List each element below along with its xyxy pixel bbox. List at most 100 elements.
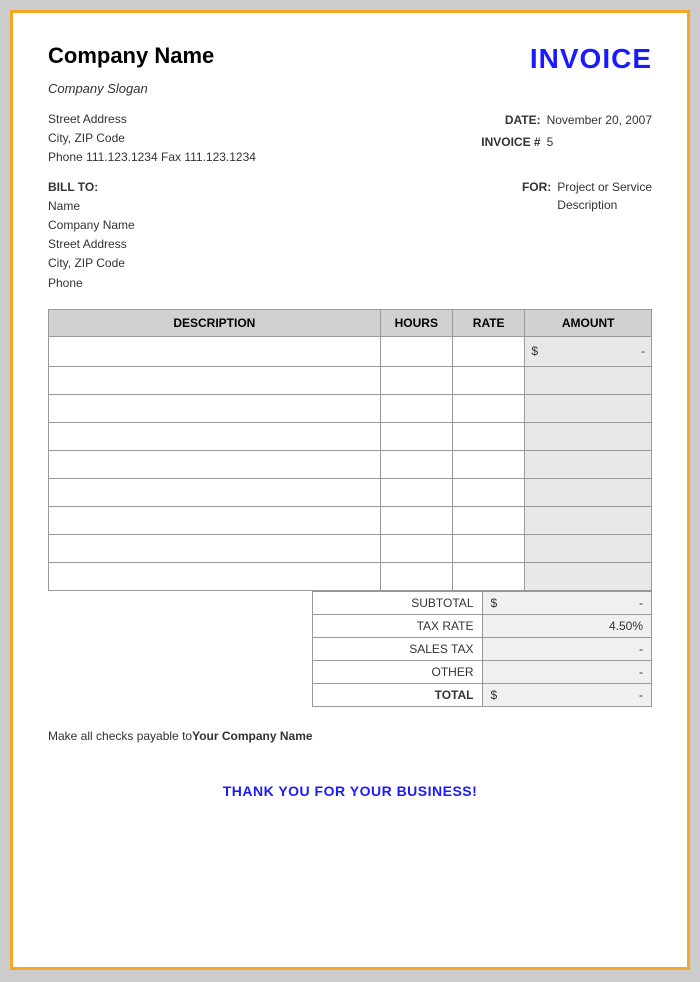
hours-cell-3 — [380, 394, 452, 422]
col-header-hours: HOURS — [380, 309, 452, 336]
for-block: FOR: Project or Service Description — [471, 178, 652, 293]
amount-cell-3 — [525, 394, 652, 422]
table-row — [49, 422, 652, 450]
table-row — [49, 478, 652, 506]
other-value: - — [482, 660, 652, 683]
desc-cell-4 — [49, 422, 381, 450]
table-row — [49, 366, 652, 394]
hours-cell-7 — [380, 506, 452, 534]
table-header-row: DESCRIPTION HOURS RATE AMOUNT — [49, 309, 652, 336]
rate-cell-1 — [453, 336, 525, 366]
bill-to-city-zip: City, ZIP Code — [48, 254, 135, 273]
amount-cell-8 — [525, 534, 652, 562]
table-row: $- — [49, 336, 652, 366]
street-address: Street Address — [48, 110, 256, 129]
subtotal-row: SUBTOTAL $- — [313, 591, 652, 614]
rate-cell-2 — [453, 366, 525, 394]
desc-cell-8 — [49, 534, 381, 562]
amount-cell-7 — [525, 506, 652, 534]
table-row — [49, 534, 652, 562]
invoice-page: Company Name INVOICE Company Slogan Stre… — [10, 10, 690, 970]
totals-section: SUBTOTAL $- TAX RATE 4.50% SALES TAX - O… — [48, 591, 652, 707]
desc-cell-7 — [49, 506, 381, 534]
tax-rate-label: TAX RATE — [313, 614, 483, 637]
checks-company: Your Company Name — [192, 729, 312, 743]
company-slogan: Company Slogan — [48, 81, 652, 96]
amount-cell-5 — [525, 450, 652, 478]
rate-cell-3 — [453, 394, 525, 422]
rate-cell-4 — [453, 422, 525, 450]
rate-cell-9 — [453, 562, 525, 590]
col-header-rate: RATE — [453, 309, 525, 336]
date-row: DATE: November 20, 2007 — [461, 110, 652, 132]
hours-cell-1 — [380, 336, 452, 366]
phone-fax: Phone 111.123.1234 Fax 111.123.1234 — [48, 148, 256, 167]
desc-cell-1 — [49, 336, 381, 366]
tax-rate-row: TAX RATE 4.50% — [313, 614, 652, 637]
bill-for-section: BILL TO: Name Company Name Street Addres… — [48, 178, 652, 293]
desc-cell-9 — [49, 562, 381, 590]
bill-to-company: Company Name — [48, 216, 135, 235]
invoice-table: DESCRIPTION HOURS RATE AMOUNT $- — [48, 309, 652, 591]
invoice-num-label: INVOICE # — [461, 132, 541, 154]
hours-cell-6 — [380, 478, 452, 506]
bill-to-phone: Phone — [48, 274, 135, 293]
tax-rate-value: 4.50% — [482, 614, 652, 637]
invoice-title: INVOICE — [530, 43, 652, 75]
subtotal-value: $- — [482, 591, 652, 614]
bill-to-block: BILL TO: Name Company Name Street Addres… — [48, 178, 135, 293]
for-row: FOR: Project or Service Description — [471, 178, 652, 214]
checks-text: Make all checks payable to — [48, 729, 192, 743]
amount-cell-1: $- — [525, 336, 652, 366]
hours-cell-2 — [380, 366, 452, 394]
total-label: TOTAL — [313, 683, 483, 706]
footer-checks: Make all checks payable toYour Company N… — [48, 729, 652, 743]
bill-to-label: BILL TO: — [48, 178, 135, 197]
amount-cell-9 — [525, 562, 652, 590]
other-label: OTHER — [313, 660, 483, 683]
rate-cell-5 — [453, 450, 525, 478]
rate-cell-8 — [453, 534, 525, 562]
col-header-description: DESCRIPTION — [49, 309, 381, 336]
date-value: November 20, 2007 — [547, 110, 652, 132]
bill-to-street: Street Address — [48, 235, 135, 254]
hours-cell-8 — [380, 534, 452, 562]
for-label: FOR: — [471, 178, 551, 214]
totals-table: SUBTOTAL $- TAX RATE 4.50% SALES TAX - O… — [312, 591, 652, 707]
sales-tax-label: SALES TAX — [313, 637, 483, 660]
invoice-num-value: 5 — [547, 132, 554, 154]
other-row: OTHER - — [313, 660, 652, 683]
table-row — [49, 450, 652, 478]
rate-cell-6 — [453, 478, 525, 506]
total-row: TOTAL $- — [313, 683, 652, 706]
subtotal-label: SUBTOTAL — [313, 591, 483, 614]
desc-cell-5 — [49, 450, 381, 478]
hours-cell-4 — [380, 422, 452, 450]
header: Company Name INVOICE — [48, 43, 652, 75]
company-name: Company Name — [48, 43, 214, 69]
for-value-line2: Description — [557, 196, 652, 214]
amount-cell-6 — [525, 478, 652, 506]
city-zip: City, ZIP Code — [48, 129, 256, 148]
amount-cell-4 — [525, 422, 652, 450]
info-section: Street Address City, ZIP Code Phone 111.… — [48, 110, 652, 168]
for-value-line1: Project or Service — [557, 178, 652, 196]
for-value: Project or Service Description — [557, 178, 652, 214]
table-row — [49, 394, 652, 422]
desc-cell-3 — [49, 394, 381, 422]
bill-to-name: Name — [48, 197, 135, 216]
hours-cell-9 — [380, 562, 452, 590]
hours-cell-5 — [380, 450, 452, 478]
date-block: DATE: November 20, 2007 INVOICE # 5 — [461, 110, 652, 168]
sales-tax-value: - — [482, 637, 652, 660]
date-label: DATE: — [461, 110, 541, 132]
rate-cell-7 — [453, 506, 525, 534]
col-header-amount: AMOUNT — [525, 309, 652, 336]
table-row — [49, 506, 652, 534]
table-row — [49, 562, 652, 590]
total-value: $- — [482, 683, 652, 706]
amount-cell-2 — [525, 366, 652, 394]
desc-cell-2 — [49, 366, 381, 394]
company-address: Street Address City, ZIP Code Phone 111.… — [48, 110, 256, 168]
thank-you: THANK YOU FOR YOUR BUSINESS! — [48, 783, 652, 799]
